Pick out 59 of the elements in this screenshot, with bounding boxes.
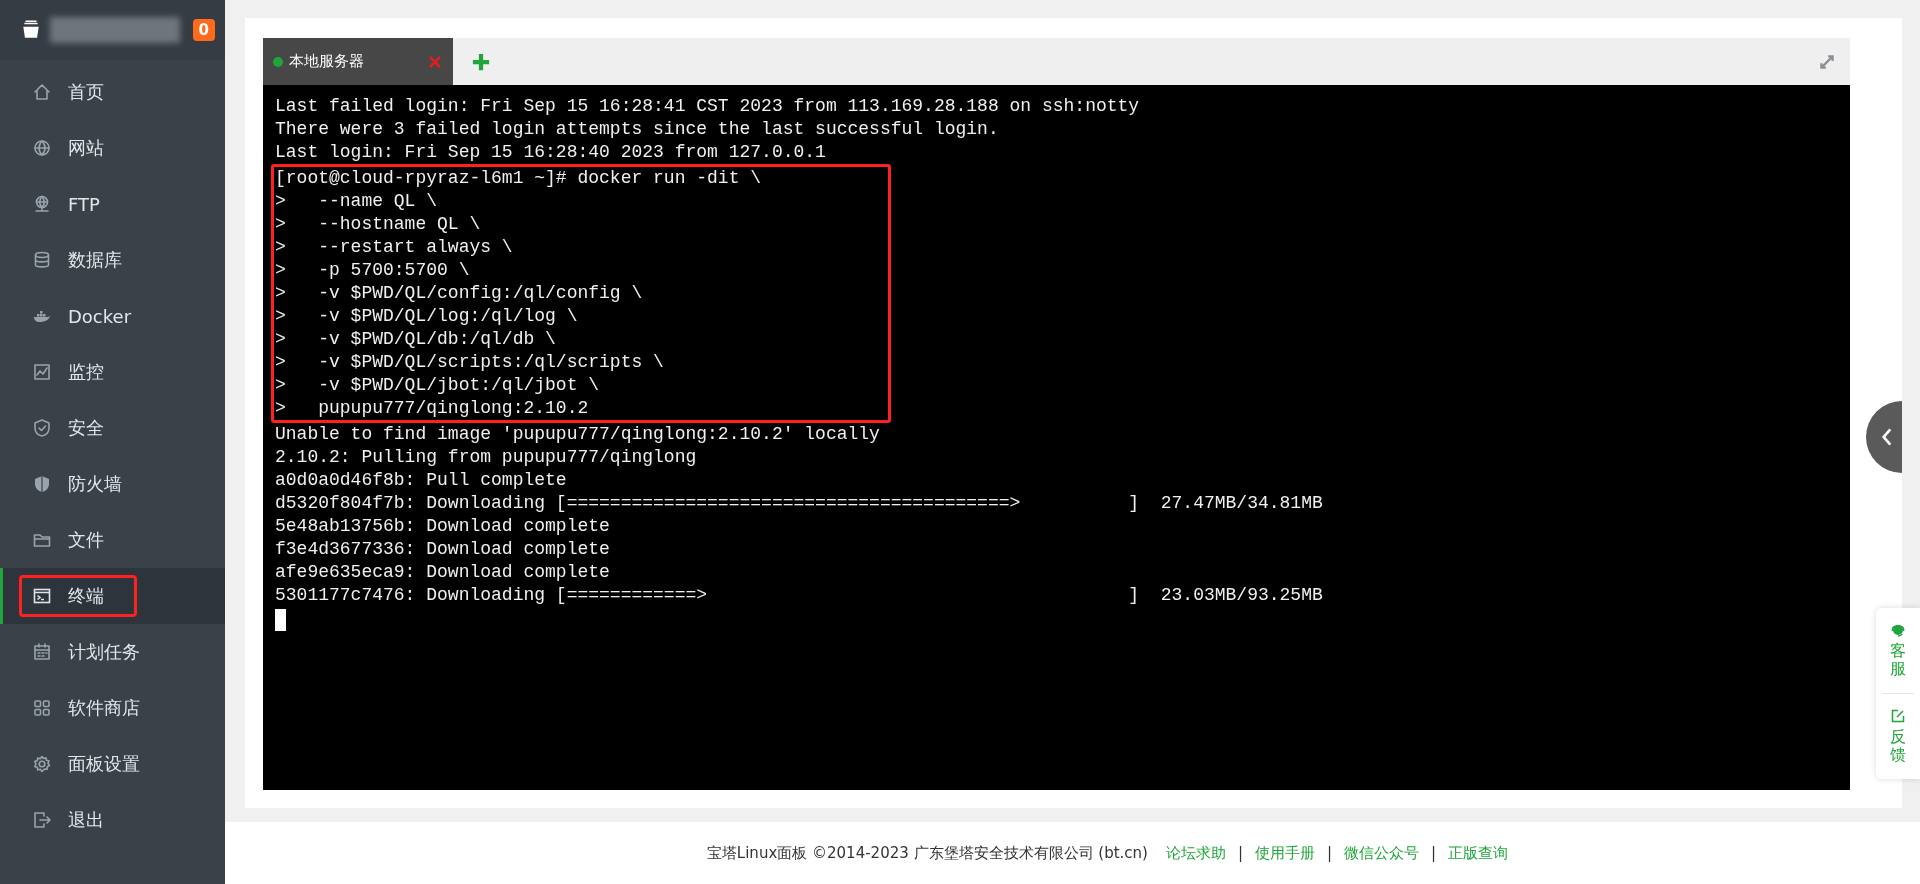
settings-icon	[32, 754, 52, 774]
sidebar-item[interactable]: 软件商店	[0, 680, 225, 736]
terminal-line: Unable to find image 'pupupu777/qinglong:2.10.2' locally	[275, 423, 881, 446]
globe-icon	[32, 194, 52, 214]
terminal-line: > -v $PWD/QL/scripts:/ql/scripts \	[275, 351, 665, 374]
terminal-line: f3e4d3677336: Download complete	[275, 538, 611, 561]
terminal-tab[interactable]: 本地服务器	[263, 38, 453, 85]
home-icon	[32, 82, 52, 102]
terminal-line: 2.10.2: Pulling from pupupu777/qinglong	[275, 446, 698, 469]
edit-icon	[1890, 707, 1906, 724]
terminal-line: > -v $PWD/QL/config:/ql/config \	[275, 282, 644, 305]
terminal-line: > -p 5700:5700 \	[275, 259, 471, 282]
logo-icon	[20, 19, 42, 41]
sidebar-item[interactable]: 文件	[0, 512, 225, 568]
sidebar-item[interactable]: 安全	[0, 400, 225, 456]
separator: |	[1237, 844, 1243, 862]
terminal-line: > --restart always \	[275, 236, 514, 259]
terminal-line: 5301177c7476: Downloading [============> ] 23.03MB/93.25MB	[275, 584, 1324, 607]
terminal-line: Last login: Fri Sep 15 16:28:40 2023 from 127.0.0.1	[275, 141, 827, 164]
shield-icon	[32, 418, 52, 438]
terminal-line: [root@cloud-rpyraz-l6m1 ~]# docker run -dit \	[275, 167, 763, 190]
terminal-line: > --name QL \	[275, 190, 439, 213]
logout-icon	[32, 810, 52, 830]
sidebar-item[interactable]: 首页	[0, 64, 225, 120]
grid-icon	[32, 698, 52, 718]
chevron-left-icon	[1880, 426, 1894, 448]
terminal-line: > -v $PWD/QL/db:/ql/db \	[275, 328, 557, 351]
sidebar-item[interactable]: 终端	[0, 568, 225, 624]
shield-icon	[32, 474, 52, 494]
sidebar-item[interactable]: 网站	[0, 120, 225, 176]
sidebar-item[interactable]: Docker	[0, 288, 225, 344]
terminal-line: > -v $PWD/QL/jbot:/ql/jbot \	[275, 374, 601, 397]
terminal-line: There were 3 failed login attempts since the last successful login.	[275, 118, 1000, 141]
sidebar-item[interactable]: 计划任务	[0, 624, 225, 680]
sidebar-item[interactable]: 监控	[0, 344, 225, 400]
sidebar-item[interactable]: 面板设置	[0, 736, 225, 792]
chart-icon	[32, 362, 52, 382]
terminal-line: > --hostname QL \	[275, 213, 482, 236]
globe-icon	[32, 138, 52, 158]
database-icon	[32, 250, 52, 270]
sidebar-item[interactable]: 数据库	[0, 232, 225, 288]
separator: |	[1431, 844, 1437, 862]
terminal-line: > -v $PWD/QL/log:/ql/log \	[275, 305, 579, 328]
close-icon[interactable]	[427, 53, 443, 70]
sidebar-item[interactable]: 退出	[0, 792, 225, 848]
terminal-line: Last failed login: Fri Sep 15 16:28:41 CST 2023 from 113.169.28.188 on ssh:notty	[275, 95, 1141, 118]
terminal-icon	[32, 586, 52, 606]
terminal-line: afe9e635eca9: Download complete	[275, 561, 611, 584]
sidebar-item[interactable]: FTP	[0, 176, 225, 232]
terminal-line: 5e48ab13756b: Download complete	[275, 515, 611, 538]
copyright-text: 宝塔Linux面板 ©2014-2023 广东堡塔安全技术有限公司 (bt.cn)	[706, 843, 1148, 863]
terminal-line: d5320f804f7b: Downloading [=========================================> ] 27.47MB/34.81MB	[275, 492, 1324, 515]
terminal-line: a0d0a0d46f8b: Pull complete	[275, 469, 568, 492]
add-icon[interactable]	[471, 51, 491, 72]
separator: |	[1327, 844, 1333, 862]
calendar-icon	[32, 642, 52, 662]
terminal-line: > pupupu777/qinglong:2.10.2	[275, 397, 590, 420]
sidebar-item[interactable]: 防火墙	[0, 456, 225, 512]
expand-icon[interactable]	[1818, 52, 1836, 71]
